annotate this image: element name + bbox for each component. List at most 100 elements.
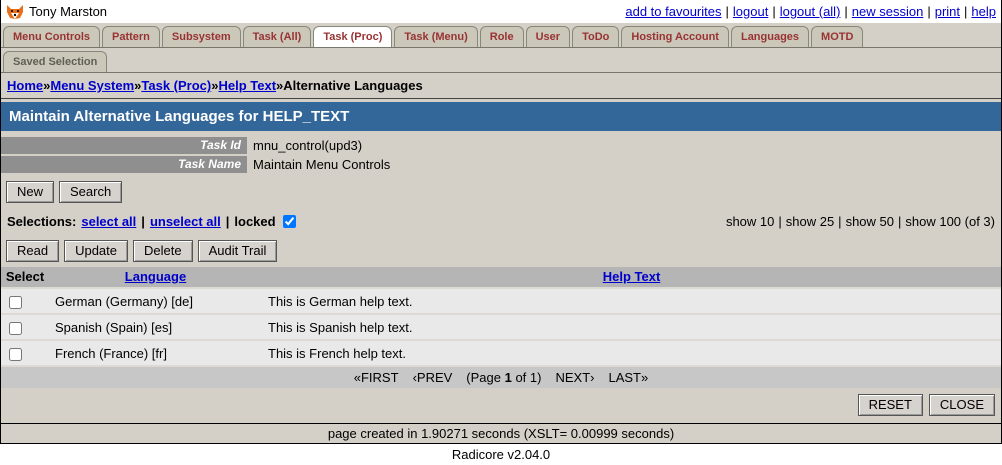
sort-link-help-text[interactable]: Help Text xyxy=(603,269,661,284)
footer-buttons: RESET CLOSE xyxy=(1,388,1001,423)
pagination: «FIRST ‹PREV (Page 1 of 1) NEXT› LAST» xyxy=(1,367,1001,389)
reset-button[interactable]: RESET xyxy=(857,394,923,417)
selections-label: Selections: xyxy=(7,214,77,229)
header-link-print[interactable]: print xyxy=(935,4,960,19)
read-button[interactable]: Read xyxy=(6,240,60,262)
detail-rows: Task Id mnu_control(upd3) Task Name Maintai… xyxy=(1,137,1001,173)
row-helptext-cell: This is German help text. xyxy=(262,288,1001,316)
table-header-row: Select Language Help Text xyxy=(1,267,1001,289)
tab-row-main: Menu Controls Pattern Subsystem Task (All) T… xyxy=(1,23,1001,48)
tab-saved-selection[interactable]: Saved Selection xyxy=(3,51,108,72)
show-separator: | xyxy=(838,214,842,229)
detail-row: Task Name Maintain Menu Controls xyxy=(1,156,1001,173)
unselect-all-link[interactable]: unselect all xyxy=(150,214,221,229)
select-all-link[interactable]: select all xyxy=(81,214,136,229)
show-100-option[interactable]: show 100 xyxy=(905,214,961,229)
breadcrumb-current: Alternative Languages xyxy=(283,78,423,93)
header-link-new-session[interactable]: new session xyxy=(852,4,924,19)
header-link-help[interactable]: help xyxy=(971,4,996,19)
link-separator: | xyxy=(725,4,729,19)
sort-link-language[interactable]: Language xyxy=(125,269,186,284)
record-count: (of 3) xyxy=(961,214,995,229)
search-button[interactable]: Search xyxy=(59,181,123,203)
row-select-cell xyxy=(1,340,49,368)
field-value-task-id: mnu_control(upd3) xyxy=(253,138,363,153)
link-separator: | xyxy=(964,4,968,19)
pagination-prev[interactable]: ‹PREV xyxy=(413,370,453,385)
link-separator: | xyxy=(927,4,931,19)
separator: | xyxy=(225,214,230,229)
show-25-option[interactable]: show 25 xyxy=(786,214,834,229)
tab-motd[interactable]: MOTD xyxy=(811,26,864,47)
close-button[interactable]: CLOSE xyxy=(928,394,995,417)
row-select-checkbox[interactable] xyxy=(9,296,22,310)
table-row: Spanish (Spain) [es] This is Spanish help… xyxy=(1,314,1001,342)
breadcrumb-link-home[interactable]: Home xyxy=(7,78,43,93)
header-links: add to favourites | logout | logout (all) | ne… xyxy=(625,4,996,19)
column-header-select: Select xyxy=(1,267,49,289)
column-header-help-text: Help Text xyxy=(262,267,1001,289)
audit-trail-button[interactable]: Audit Trail xyxy=(197,240,278,262)
pagination-next[interactable]: NEXT› xyxy=(555,370,594,385)
locked-checkbox[interactable] xyxy=(282,215,296,228)
tab-user[interactable]: User xyxy=(525,26,571,47)
tab-role[interactable]: Role xyxy=(479,26,524,47)
header-link-logout[interactable]: logout xyxy=(733,4,768,19)
pagination-first[interactable]: «FIRST xyxy=(354,370,399,385)
row-select-checkbox[interactable] xyxy=(9,322,22,336)
version-text: Radicore v2.04.0 xyxy=(0,444,1002,465)
table-row: French (France) [fr] This is French help … xyxy=(1,340,1001,368)
update-button[interactable]: Update xyxy=(64,240,128,262)
row-language-cell: Spanish (Spain) [es] xyxy=(49,314,262,342)
tab-subsystem[interactable]: Subsystem xyxy=(161,26,241,47)
row-helptext-cell: This is Spanish help text. xyxy=(262,314,1001,342)
header-link-add-to-favourites[interactable]: add to favourites xyxy=(625,4,721,19)
tab-task-menu[interactable]: Task (Menu) xyxy=(394,26,478,47)
delete-button[interactable]: Delete xyxy=(133,240,193,262)
toolbar-top: New Search xyxy=(1,175,1001,208)
detail-row: Task Id mnu_control(upd3) xyxy=(1,137,1001,154)
pagination-page-info: (Page 1 of 1) xyxy=(466,370,542,386)
show-separator: | xyxy=(897,214,902,229)
user-name: Tony Marston xyxy=(29,4,108,19)
breadcrumb-link-menu-system[interactable]: Menu System xyxy=(50,78,134,93)
page-container: Tony Marston add to favourites | logout | lo… xyxy=(0,0,1002,445)
tab-hosting-account[interactable]: Hosting Account xyxy=(621,26,729,47)
link-separator: | xyxy=(772,4,776,19)
tab-todo[interactable]: ToDo xyxy=(572,26,620,47)
page-title: Maintain Alternative Languages for HELP_… xyxy=(1,102,1001,131)
link-separator: | xyxy=(844,4,848,19)
tab-menu-controls[interactable]: Menu Controls xyxy=(3,26,100,47)
show-50-option[interactable]: show 50 xyxy=(846,214,894,229)
table-body: German (Germany) [de] This is German help… xyxy=(1,288,1001,368)
header-link-logout-all[interactable]: logout (all) xyxy=(780,4,841,19)
selections-controls: Selections: select all | unselect all | … xyxy=(7,214,298,229)
row-select-cell xyxy=(1,288,49,316)
footer-timing: page created in 1.90271 seconds (XSLT= 0… xyxy=(1,423,1001,445)
field-value-task-name: Maintain Menu Controls xyxy=(253,157,391,172)
app-logo-icon xyxy=(6,4,24,20)
pagination-last[interactable]: LAST» xyxy=(608,370,648,385)
field-label-task-name: Task Name xyxy=(1,156,247,173)
tab-row-secondary: Saved Selection xyxy=(1,48,1001,73)
row-select-cell xyxy=(1,314,49,342)
tab-pattern[interactable]: Pattern xyxy=(102,26,160,47)
toolbar-actions: Read Update Delete Audit Trail xyxy=(1,234,1001,267)
header-bar: Tony Marston add to favourites | logout | lo… xyxy=(1,0,1001,23)
breadcrumb-link-help-text[interactable]: Help Text xyxy=(218,78,276,93)
separator: | xyxy=(141,214,145,229)
locked-label: locked xyxy=(234,214,276,229)
breadcrumb-link-task-proc[interactable]: Task (Proc) xyxy=(141,78,211,93)
row-helptext-cell: This is French help text. xyxy=(262,340,1001,368)
column-header-language: Language xyxy=(49,267,262,289)
new-button[interactable]: New xyxy=(6,181,55,203)
pagination-current-page: 1 xyxy=(504,370,512,386)
show-10-option[interactable]: show 10 xyxy=(726,214,774,229)
row-select-checkbox[interactable] xyxy=(9,348,22,362)
records-table: Select Language Help Text German (Germany)… xyxy=(1,267,1001,368)
table-row: German (Germany) [de] This is German help… xyxy=(1,288,1001,316)
row-language-cell: German (Germany) [de] xyxy=(49,288,262,316)
tab-task-all[interactable]: Task (All) xyxy=(242,26,312,47)
tab-task-proc[interactable]: Task (Proc) xyxy=(313,26,393,47)
tab-languages[interactable]: Languages xyxy=(730,26,810,47)
